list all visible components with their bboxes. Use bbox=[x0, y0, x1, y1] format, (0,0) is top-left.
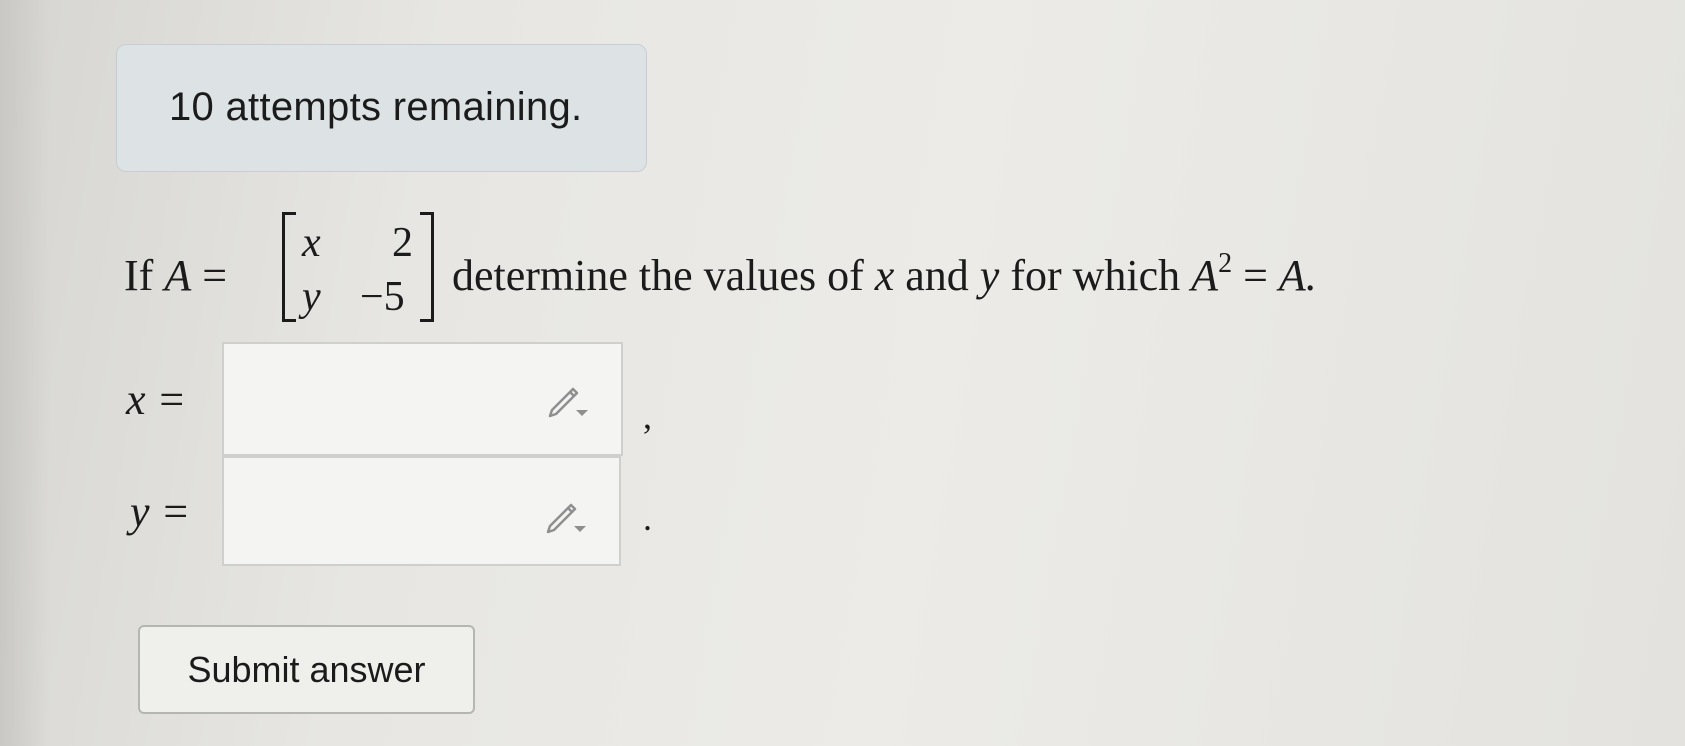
matrix-left-bracket bbox=[282, 212, 296, 322]
attempts-text: 10 attempts remaining. bbox=[169, 85, 583, 129]
question-statement: If A = x 2 y −5 determine the values of … bbox=[124, 212, 1604, 332]
y-label: y = bbox=[130, 487, 191, 536]
attempts-notice: 10 attempts remaining. bbox=[116, 44, 647, 172]
question-rest: determine the values of x and y for whic… bbox=[452, 248, 1317, 300]
pencil-dropdown-icon[interactable] bbox=[544, 498, 588, 534]
background-shadow bbox=[0, 0, 50, 746]
matrix-cell-2-2: −5 bbox=[360, 274, 405, 320]
x-answer-field[interactable] bbox=[222, 342, 623, 456]
y-terminator: . bbox=[643, 498, 652, 538]
question-prefix: If A = bbox=[124, 251, 228, 300]
matrix-cell-1-2: 2 bbox=[392, 220, 413, 266]
matrix-cell-2-1: y bbox=[302, 274, 321, 320]
submit-answer-button[interactable]: Submit answer bbox=[138, 625, 475, 714]
y-answer-field[interactable] bbox=[222, 456, 621, 566]
pencil-dropdown-icon[interactable] bbox=[546, 382, 590, 418]
x-separator: , bbox=[643, 396, 652, 436]
x-label: x = bbox=[126, 375, 187, 424]
matrix-right-bracket bbox=[420, 212, 434, 322]
matrix-cell-1-1: x bbox=[302, 220, 321, 266]
